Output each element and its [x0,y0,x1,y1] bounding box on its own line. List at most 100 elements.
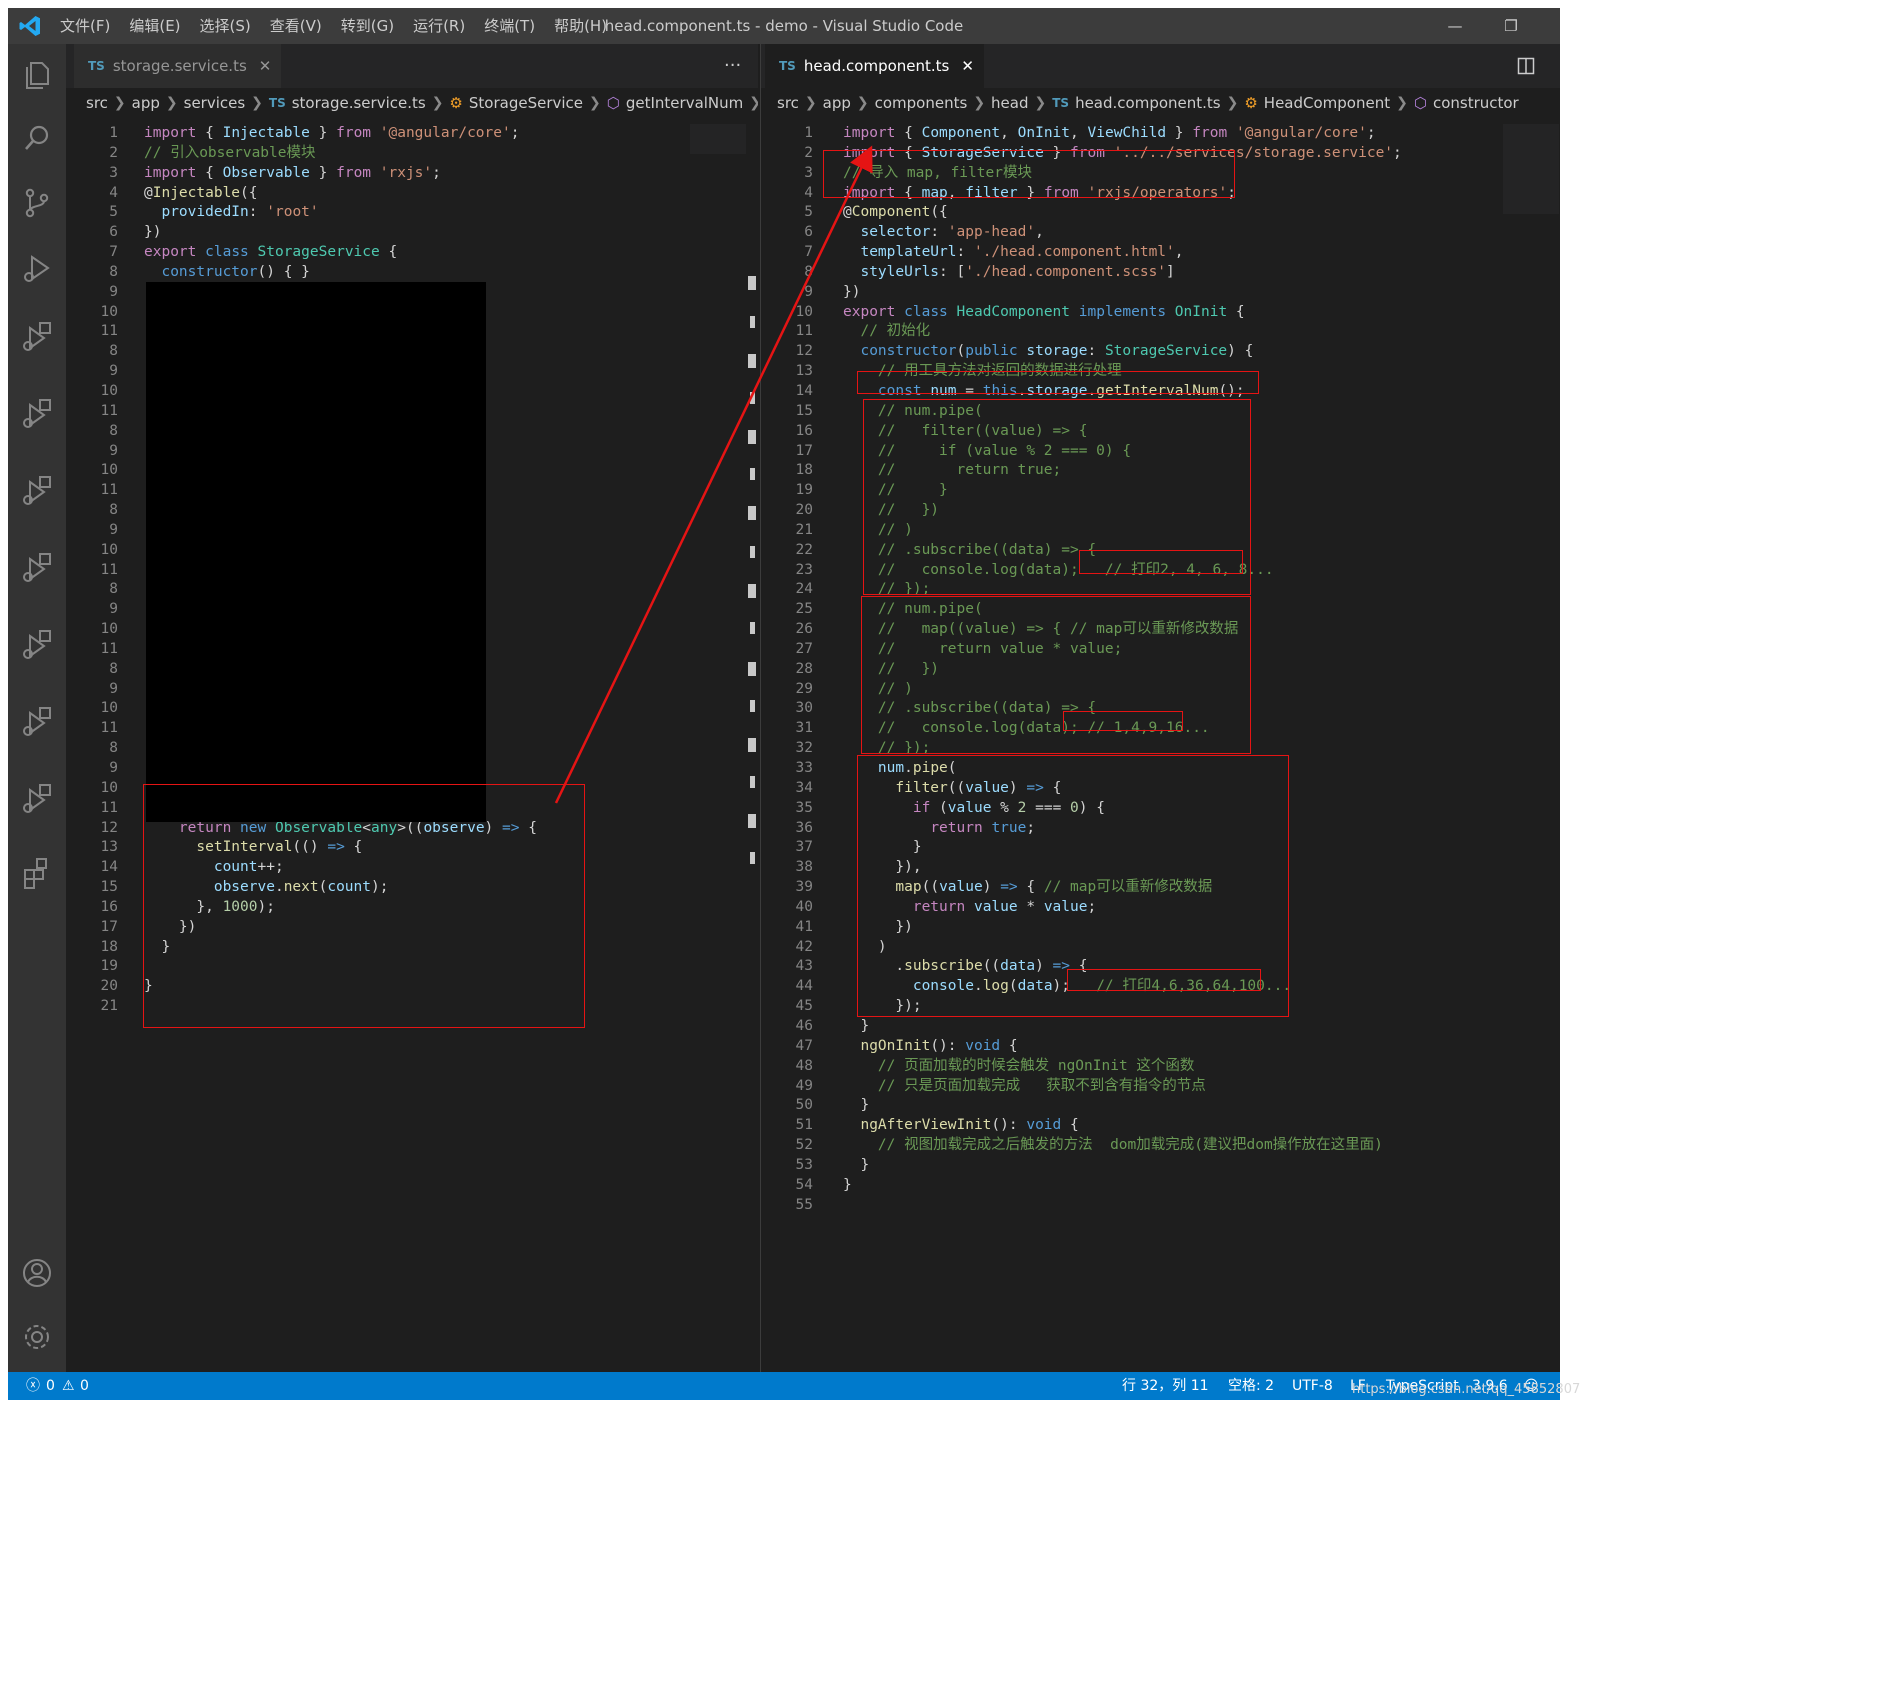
breadcrumb-item[interactable]: getIntervalNum [626,94,743,112]
breadcrumb-item[interactable]: HeadComponent [1264,94,1390,112]
minimap[interactable] [1503,124,1559,214]
highlight-box [823,150,1235,198]
overview-ruler-mark [748,506,756,520]
cursor-position[interactable]: 行 32，列 11 [1122,1372,1209,1400]
overview-ruler-mark [748,354,756,368]
code-line: 6 selector: 'app-head', [804,224,1044,241]
chevron-right-icon: ❯ [1034,95,1047,111]
code-line: 9}) [804,283,861,300]
code-line: 52 // 视图加载完成之后触发的方法 dom加载完成(建议把dom操作放在这里… [795,1137,1383,1154]
highlight-box [857,371,1259,394]
tab-head-component[interactable]: TS head.component.ts ✕ [765,44,984,88]
code-line: 7 export class StorageService { [109,244,398,261]
highlight-box [143,784,585,1028]
extension-view-icon[interactable] [18,549,56,587]
code-line: 5 providedIn: 'root' [109,204,319,221]
warning-count[interactable]: 0 [80,1372,89,1400]
status-bar: ⓧ 0 ⚠ 0 行 32，列 11 空格: 2 UTF-8 LF TypeScr… [8,1372,1560,1400]
run-debug-icon[interactable] [18,250,56,288]
code-line: 50 } [795,1097,870,1114]
remote-explorer-icon[interactable] [18,318,56,356]
settings-gear-icon[interactable] [18,1318,56,1356]
highlight-box [1063,711,1183,731]
error-count[interactable]: 0 [46,1372,55,1400]
chevron-right-icon: ❯ [251,95,263,111]
window-title: head.component.ts - demo - Visual Studio… [604,17,964,35]
code-line: 55 [795,1196,813,1213]
explorer-icon[interactable] [18,56,56,94]
breadcrumb-item[interactable]: app [823,94,851,112]
more-actions-icon[interactable]: ··· [724,44,741,88]
extension-view-icon[interactable] [18,626,56,664]
restore-button[interactable]: ❐ [1488,8,1534,44]
overview-ruler-mark [748,662,756,676]
error-icon[interactable]: ⓧ [26,1372,40,1400]
overview-ruler-mark [750,546,755,558]
editor-group-right: TS head.component.ts ✕ src ❯ app ❯ compone… [760,44,1560,1372]
method-symbol-icon: ⬡ [606,94,620,112]
code-line: 47 ngOnInit(): void { [795,1037,1018,1054]
extension-view-icon[interactable] [18,395,56,433]
chevron-right-icon: ❯ [749,95,758,111]
code-line: 2// 引入observable模块 [109,144,316,161]
code-line: 5 @Component({ [804,204,948,221]
chevron-right-icon: ❯ [804,95,817,111]
vscode-window: 文件(F) 编辑(E) 选择(S) 查看(V) 转到(G) 运行(R) 终端(T… [8,8,1560,1400]
indentation[interactable]: 空格: 2 [1228,1372,1274,1400]
overview-ruler-mark [750,700,755,712]
extension-view-icon[interactable] [18,780,56,818]
breadcrumb-item[interactable]: src [777,94,799,112]
class-symbol-icon: ⚙ [449,94,463,112]
overview-ruler-mark [750,468,755,480]
code-line: 3 import { Observable } from 'rxjs'; [109,164,441,181]
breadcrumb-item[interactable]: app [132,94,160,112]
minimap[interactable] [690,124,746,154]
overview-ruler-mark [750,776,755,788]
encoding[interactable]: UTF-8 [1292,1372,1333,1400]
highlight-box [1067,969,1261,991]
overview-ruler-mark [748,430,756,444]
chevron-right-icon: ❯ [856,95,869,111]
code-line: 8 constructor() { } [109,263,310,280]
chevron-right-icon: ❯ [431,95,444,111]
code-line: 4 @Injectable({ [109,184,258,201]
activity-bar [8,44,66,1372]
chevron-right-icon: ❯ [113,95,126,111]
extension-view-icon[interactable] [18,472,56,510]
tab-label: head.component.ts [803,57,950,75]
title-bar: 文件(F) 编辑(E) 选择(S) 查看(V) 转到(G) 运行(R) 终端(T… [8,8,1560,44]
typescript-file-icon: TS [88,59,105,73]
breadcrumb-item[interactable]: src [86,94,108,112]
account-icon[interactable] [18,1254,56,1292]
overview-ruler-mark [748,584,756,598]
typescript-file-icon: TS [268,96,286,110]
overview-ruler-mark [750,316,755,328]
code-line: 49 // 只是页面加载完成 获取不到含有指令的节点 [795,1077,1206,1094]
warning-icon[interactable]: ⚠ [62,1372,75,1400]
code-line: 1 import { Injectable } from '@angular/co… [109,125,520,141]
split-editor-icon[interactable] [1517,57,1535,75]
code-line: 1 import { Component, OnInit, ViewChild }… [804,125,1376,141]
code-line: 48 // 页面加载的时候会触发 ngOnInit 这个函数 [795,1057,1195,1074]
breadcrumb-item[interactable]: storage.service.ts [292,94,426,112]
method-symbol-icon: ⬡ [1413,94,1427,112]
source-control-icon[interactable] [18,184,56,222]
breadcrumb-item[interactable]: components [875,94,968,112]
breadcrumb-item[interactable]: constructor [1433,94,1519,112]
minimize-button[interactable]: — [1432,8,1478,44]
code-line: 46 } [795,1017,870,1034]
overview-ruler-mark [748,276,756,290]
search-icon[interactable] [18,120,56,158]
tab-bar-right: TS head.component.ts ✕ [761,44,1560,88]
breadcrumb-item[interactable]: head.component.ts [1075,94,1221,112]
extensions-icon[interactable] [18,854,56,892]
close-icon[interactable]: ✕ [961,57,974,75]
code-line: 11 // 初始化 [795,323,931,340]
breadcrumb-item[interactable]: StorageService [469,94,583,112]
breadcrumb-item[interactable]: services [184,94,246,112]
tab-bar-left: TS storage.service.ts ✕ ··· [66,44,758,88]
extension-view-icon[interactable] [18,703,56,741]
breadcrumb-item[interactable]: head [991,94,1028,112]
tab-storage-service[interactable]: TS storage.service.ts ✕ [74,44,282,88]
close-icon[interactable]: ✕ [259,57,272,75]
